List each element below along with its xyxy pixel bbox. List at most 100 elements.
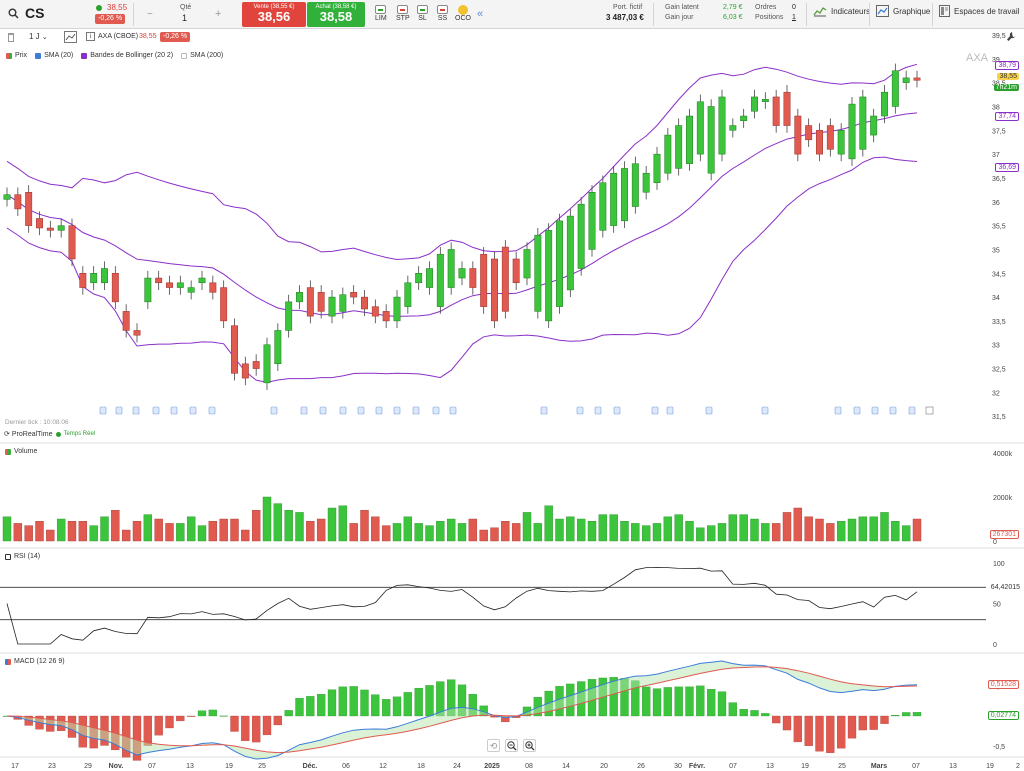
volume-bar xyxy=(241,529,250,542)
volume-bar xyxy=(901,525,911,542)
candle-body xyxy=(46,227,54,231)
candle-body xyxy=(90,273,98,284)
qty-minus-button[interactable]: − xyxy=(147,9,153,20)
graphique-button[interactable]: Graphique xyxy=(876,5,930,17)
macd-histogram-bar xyxy=(306,696,315,717)
volume-bar xyxy=(761,523,770,542)
candle-body xyxy=(848,103,856,160)
sma-tag: 37,74 xyxy=(995,112,1019,121)
x-axis-label: Mars xyxy=(871,763,887,770)
positions-value[interactable]: 1 xyxy=(792,14,796,21)
volume-bar xyxy=(858,516,868,542)
event-marker-icon xyxy=(540,406,548,415)
volume-bar xyxy=(273,503,283,542)
order-lim-button[interactable]: LIM xyxy=(375,5,387,22)
volume-bar xyxy=(295,512,304,542)
volume-bar xyxy=(176,523,185,542)
candle-body xyxy=(523,249,531,279)
rsi-tag: 64,42015 xyxy=(988,584,1022,591)
x-axis-label: 19 xyxy=(986,763,994,770)
candle-body xyxy=(25,192,33,226)
price-axis-label: 37,5 xyxy=(992,128,1006,135)
volume-bar xyxy=(793,507,803,542)
volume-bar xyxy=(78,521,88,542)
volume-bar xyxy=(620,521,629,542)
candle-body xyxy=(220,287,228,322)
macd-fill-area xyxy=(7,661,917,759)
indicateurs-button[interactable]: Indicateurs xyxy=(813,5,870,17)
volume-bar xyxy=(262,496,272,542)
sma-20-line xyxy=(6,112,918,317)
candle-body xyxy=(653,153,661,183)
price-tag: 38,55 xyxy=(997,73,1019,80)
volume-bar xyxy=(219,518,228,542)
candle-body xyxy=(761,99,769,102)
event-marker-icon xyxy=(115,406,123,415)
macd-histogram-bar xyxy=(815,715,824,752)
macd-tag: 0,51528 xyxy=(987,680,1019,689)
macd-histogram-bar xyxy=(826,715,835,753)
macd-histogram-bar xyxy=(327,689,337,717)
buy-button[interactable]: Achat (38,58 €) 38,58 xyxy=(307,2,365,27)
workspaces-button[interactable]: Espaces de travail xyxy=(939,5,1019,17)
countdown-tag: 7h21m xyxy=(993,84,1019,91)
port-value: 3 487,03 € xyxy=(606,13,644,22)
macd-histogram-bar xyxy=(403,692,412,717)
volume-bar xyxy=(609,514,618,542)
macd-histogram-bar xyxy=(891,715,900,717)
volume-bar xyxy=(392,523,402,542)
macd-histogram-bar xyxy=(143,715,152,746)
x-axis-label: 14 xyxy=(562,763,570,770)
price-chart[interactable]: 39,53938,53837,53736,53635,53534,53433,5… xyxy=(0,29,1024,771)
last-tick-label: Dernier tick : 10:08:06 xyxy=(5,419,69,426)
candle-body xyxy=(621,168,628,222)
rsi-axis-label: 0 xyxy=(993,642,997,649)
port-label: Port. fictif xyxy=(613,4,643,11)
realtime-dot-icon xyxy=(56,431,62,437)
candle-body xyxy=(328,296,336,317)
x-axis-label: 19 xyxy=(225,763,233,770)
order-stp-button[interactable]: STP xyxy=(396,5,410,22)
search-icon[interactable] xyxy=(8,8,19,19)
candle-body xyxy=(491,258,498,322)
qty-plus-button[interactable]: + xyxy=(215,8,221,20)
candle-body xyxy=(166,282,173,288)
x-axis-label: 07 xyxy=(729,763,737,770)
qty-input[interactable]: 1 xyxy=(182,13,187,23)
x-axis-label: 29 xyxy=(84,763,92,770)
volume-bar xyxy=(436,521,445,542)
volume-bar xyxy=(46,529,55,542)
order-oco-button[interactable]: OCO xyxy=(455,5,471,22)
volume-bar xyxy=(446,518,456,542)
reset-zoom-button[interactable]: ⟲ xyxy=(487,739,500,752)
volume-bar xyxy=(121,529,131,542)
volume-bar xyxy=(912,518,922,542)
order-ss-button[interactable]: SS xyxy=(437,5,448,22)
macd-histogram-bar xyxy=(273,715,282,726)
x-axis-label: 25 xyxy=(258,763,266,770)
zoom-in-button[interactable] xyxy=(523,739,536,752)
volume-bar xyxy=(338,505,348,542)
volume-bar xyxy=(771,523,781,542)
order-sl-button[interactable]: SL xyxy=(417,5,428,22)
volume-bar xyxy=(685,521,694,542)
change-badge: -0,26 % xyxy=(95,14,126,24)
candle-body xyxy=(306,287,314,317)
event-marker-icon xyxy=(651,406,659,415)
candle-body xyxy=(664,134,672,174)
x-axis-label: 2025 xyxy=(484,763,500,770)
volume-bar xyxy=(826,523,835,542)
candle-body xyxy=(14,194,22,210)
symbol-field[interactable]: CS xyxy=(25,5,44,21)
x-axis-label: 13 xyxy=(766,763,774,770)
gain-jour-label: Gain jour xyxy=(665,14,694,21)
sell-button[interactable]: Vente (38,55 €) 38,56 xyxy=(242,2,306,27)
gain-jour-value: 6,03 € xyxy=(723,14,743,21)
macd-swatch xyxy=(5,658,11,665)
volume-bar xyxy=(728,514,738,542)
macd-histogram-bar xyxy=(880,715,889,724)
volume-bar xyxy=(674,514,683,542)
collapse-icon[interactable]: « xyxy=(477,8,483,20)
event-marker-icon xyxy=(208,406,216,415)
zoom-out-button[interactable] xyxy=(505,739,518,752)
